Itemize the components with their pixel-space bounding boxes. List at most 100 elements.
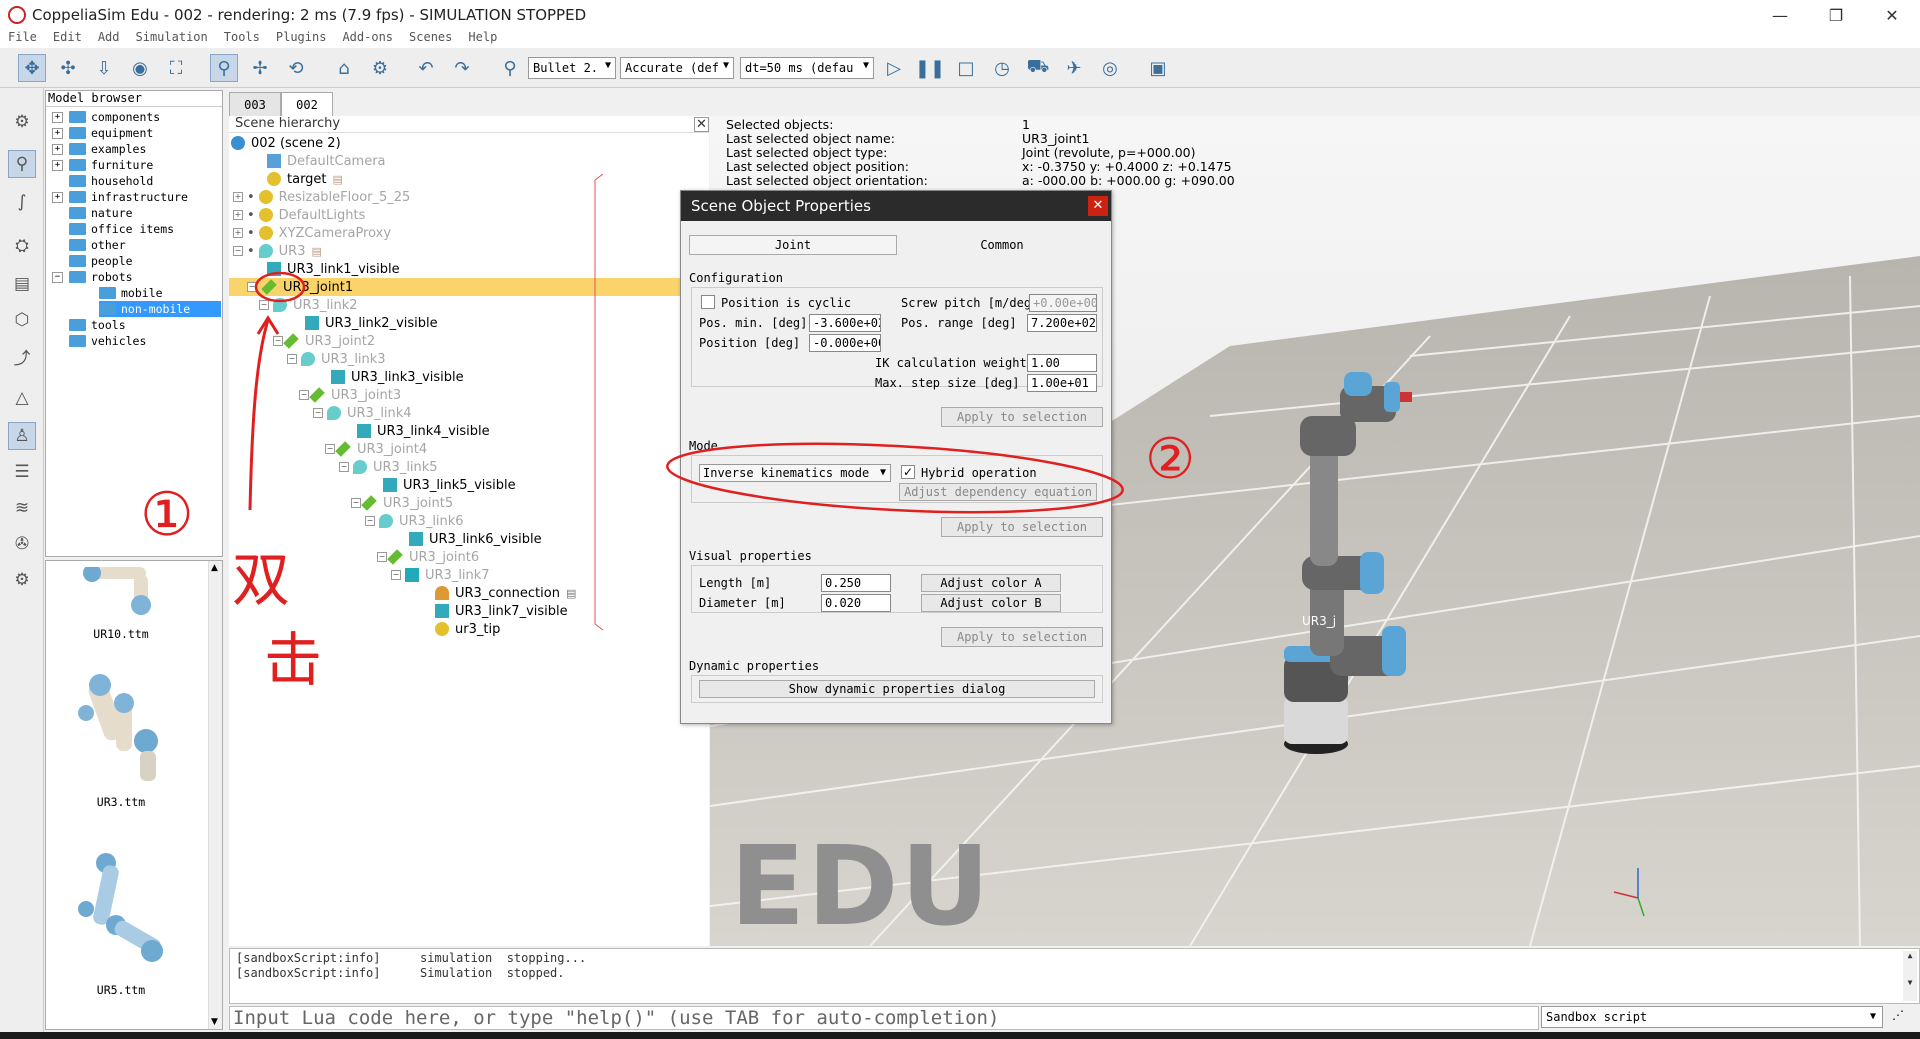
menu-scenes[interactable]: Scenes: [401, 30, 460, 48]
minimize-button[interactable]: —: [1752, 0, 1808, 30]
visualization-toggle-icon[interactable]: ◎: [1096, 54, 1124, 82]
console-scrollbar[interactable]: ▲ ▼: [1903, 951, 1917, 1001]
model-folder-examples[interactable]: + examples: [52, 141, 146, 157]
slower-icon[interactable]: ⛟: [1024, 54, 1052, 82]
selection-icon[interactable]: △: [8, 384, 36, 412]
hierarchy-row-connection[interactable]: UR3_connection ▤: [435, 584, 576, 602]
faster-icon[interactable]: ✈: [1060, 54, 1088, 82]
menu-plugins[interactable]: Plugins: [268, 30, 335, 48]
model-folder-equipment[interactable]: + equipment: [52, 125, 153, 141]
adjust-color-b-button[interactable]: Adjust color B: [921, 594, 1061, 612]
tab-joint[interactable]: Joint: [689, 235, 897, 255]
apply-visual-button[interactable]: Apply to selection: [941, 627, 1103, 647]
transfer-dna-icon[interactable]: ⚙: [366, 54, 394, 82]
hierarchy-row-link3-visible[interactable]: UR3_link3_visible: [331, 368, 464, 386]
scene-windows-icon[interactable]: ▣: [1144, 54, 1172, 82]
show-dynamic-properties-button[interactable]: Show dynamic properties dialog: [699, 680, 1095, 698]
model-folder-furniture[interactable]: + furniture: [52, 157, 153, 173]
apply-configuration-button[interactable]: Apply to selection: [941, 407, 1103, 427]
model-folder-mobile[interactable]: mobile: [99, 285, 163, 301]
model-folder-people[interactable]: people: [69, 253, 133, 269]
hierarchy-row-joint2[interactable]: − UR3_joint2: [273, 332, 375, 350]
menu-addons[interactable]: Add-ons: [334, 30, 401, 48]
model-thumb-ur10[interactable]: UR10.ttm: [56, 564, 186, 641]
model-folder-vehicles[interactable]: vehicles: [69, 333, 146, 349]
model-folder-other[interactable]: other: [69, 237, 126, 253]
hierarchy-row-link6-visible[interactable]: UR3_link6_visible: [409, 530, 542, 548]
menu-add[interactable]: Add: [90, 30, 128, 48]
status-console[interactable]: [sandboxScript:info] simulation stopping.…: [229, 948, 1920, 1004]
screw-pitch-field[interactable]: +0.00e+00: [1029, 294, 1097, 312]
tab-scene-003[interactable]: 003: [229, 92, 281, 116]
pause-icon[interactable]: ❚❚: [915, 54, 945, 82]
position-cyclic-checkbox[interactable]: [701, 295, 715, 309]
timestep-select[interactable]: dt=50 ms (defau ▼: [740, 57, 874, 79]
model-folder-infrastructure[interactable]: + infrastructure: [52, 189, 188, 205]
hierarchy-row-link3[interactable]: − UR3_link3: [287, 350, 386, 368]
model-thumb-ur3[interactable]: UR3.ttm: [56, 671, 186, 809]
undo-icon[interactable]: ↶: [412, 54, 440, 82]
hierarchy-row-target[interactable]: target ▤: [267, 170, 343, 188]
hybrid-operation-checkbox[interactable]: ✓: [901, 465, 915, 479]
shape-edit-icon[interactable]: ⬡: [8, 306, 36, 334]
accuracy-select[interactable]: Accurate (def ▼: [620, 57, 734, 79]
redo-icon[interactable]: ↷: [448, 54, 476, 82]
model-browser-icon[interactable]: ⚲: [8, 150, 36, 178]
realtime-icon[interactable]: ◷: [988, 54, 1016, 82]
video-recorder-icon[interactable]: ✇: [8, 530, 36, 558]
model-folder-robots[interactable]: − robots: [52, 269, 133, 285]
hierarchy-row-scene[interactable]: 002 (scene 2): [231, 134, 341, 152]
length-field[interactable]: 0.250: [821, 574, 891, 592]
hierarchy-row-ur3-joint1[interactable]: − UR3_joint1: [229, 278, 709, 296]
object-rotate-icon[interactable]: ⟲: [282, 54, 310, 82]
menu-edit[interactable]: Edit: [45, 30, 90, 48]
sandbox-script-select[interactable]: Sandbox script ▼: [1541, 1006, 1883, 1028]
collections-icon[interactable]: ⛭: [8, 232, 36, 260]
hierarchy-row-defaultcamera[interactable]: DefaultCamera: [267, 152, 386, 170]
lua-command-input[interactable]: Input Lua code here, or type "help()" (u…: [229, 1006, 1539, 1030]
model-folder-tools[interactable]: tools: [69, 317, 126, 333]
model-folder-components[interactable]: + components: [52, 109, 160, 125]
path-edit-icon[interactable]: ⤴: [8, 342, 36, 370]
calc-modules-icon[interactable]: ∫: [8, 188, 36, 216]
menu-simulation[interactable]: Simulation: [128, 30, 216, 48]
hierarchy-row-link6[interactable]: − UR3_link6: [365, 512, 464, 530]
mode-select[interactable]: Inverse kinematics mode ▼: [699, 464, 891, 482]
hierarchy-row-link2-visible[interactable]: UR3_link2_visible: [305, 314, 438, 332]
hierarchy-row-link7[interactable]: − UR3_link7: [391, 566, 490, 584]
restore-button[interactable]: ❐: [1808, 0, 1864, 30]
model-folder-non-mobile[interactable]: non-mobile: [99, 301, 221, 317]
hierarchy-row-link4[interactable]: − UR3_link4: [313, 404, 412, 422]
hierarchy-row-link4-visible[interactable]: UR3_link4_visible: [357, 422, 490, 440]
hierarchy-row-joint4[interactable]: − UR3_joint4: [325, 440, 427, 458]
hierarchy-row-link2[interactable]: − UR3_link2: [259, 296, 358, 314]
menu-help[interactable]: Help: [460, 30, 505, 48]
camera-pan-icon[interactable]: ✥: [18, 54, 46, 82]
assemble-icon[interactable]: ⌂: [330, 54, 358, 82]
physics-engine-select[interactable]: Bullet 2. ▼: [528, 57, 616, 79]
hierarchy-row-link1-visible[interactable]: UR3_link1_visible: [267, 260, 400, 278]
dialog-close-button[interactable]: ✕: [1088, 196, 1108, 216]
camera-rotate-icon[interactable]: ✣: [54, 54, 82, 82]
close-icon[interactable]: ✕: [694, 117, 709, 132]
thumbnails-scrollbar[interactable]: ▲ ▼: [208, 561, 222, 1029]
hierarchy-row-joint6[interactable]: − UR3_joint6: [377, 548, 479, 566]
camera-angle-icon[interactable]: ◉: [126, 54, 154, 82]
scroll-down-icon[interactable]: ▼: [211, 1017, 218, 1027]
model-folder-household[interactable]: household: [69, 173, 153, 189]
max-step-field[interactable]: 1.00e+01: [1027, 374, 1097, 392]
menu-tools[interactable]: Tools: [216, 30, 268, 48]
model-folder-nature[interactable]: nature: [69, 205, 133, 221]
hierarchy-row-ur3-tip[interactable]: ur3_tip: [435, 620, 500, 638]
close-window-button[interactable]: ✕: [1864, 0, 1920, 30]
user-settings-icon[interactable]: ⚙: [8, 566, 36, 594]
layers-icon[interactable]: ≋: [8, 494, 36, 522]
model-folder-office-items[interactable]: office items: [69, 221, 174, 237]
hierarchy-row-floor[interactable]: + • ResizableFloor_5_25: [233, 188, 410, 206]
model-thumb-ur5[interactable]: UR5.ttm: [56, 851, 186, 997]
pos-range-field[interactable]: 7.200e+02: [1027, 314, 1097, 332]
stop-icon[interactable]: □: [952, 54, 980, 82]
adjust-dependency-button[interactable]: Adjust dependency equation: [899, 483, 1097, 501]
simulation-settings-icon[interactable]: ⚙: [8, 108, 36, 136]
adjust-color-a-button[interactable]: Adjust color A: [921, 574, 1061, 592]
